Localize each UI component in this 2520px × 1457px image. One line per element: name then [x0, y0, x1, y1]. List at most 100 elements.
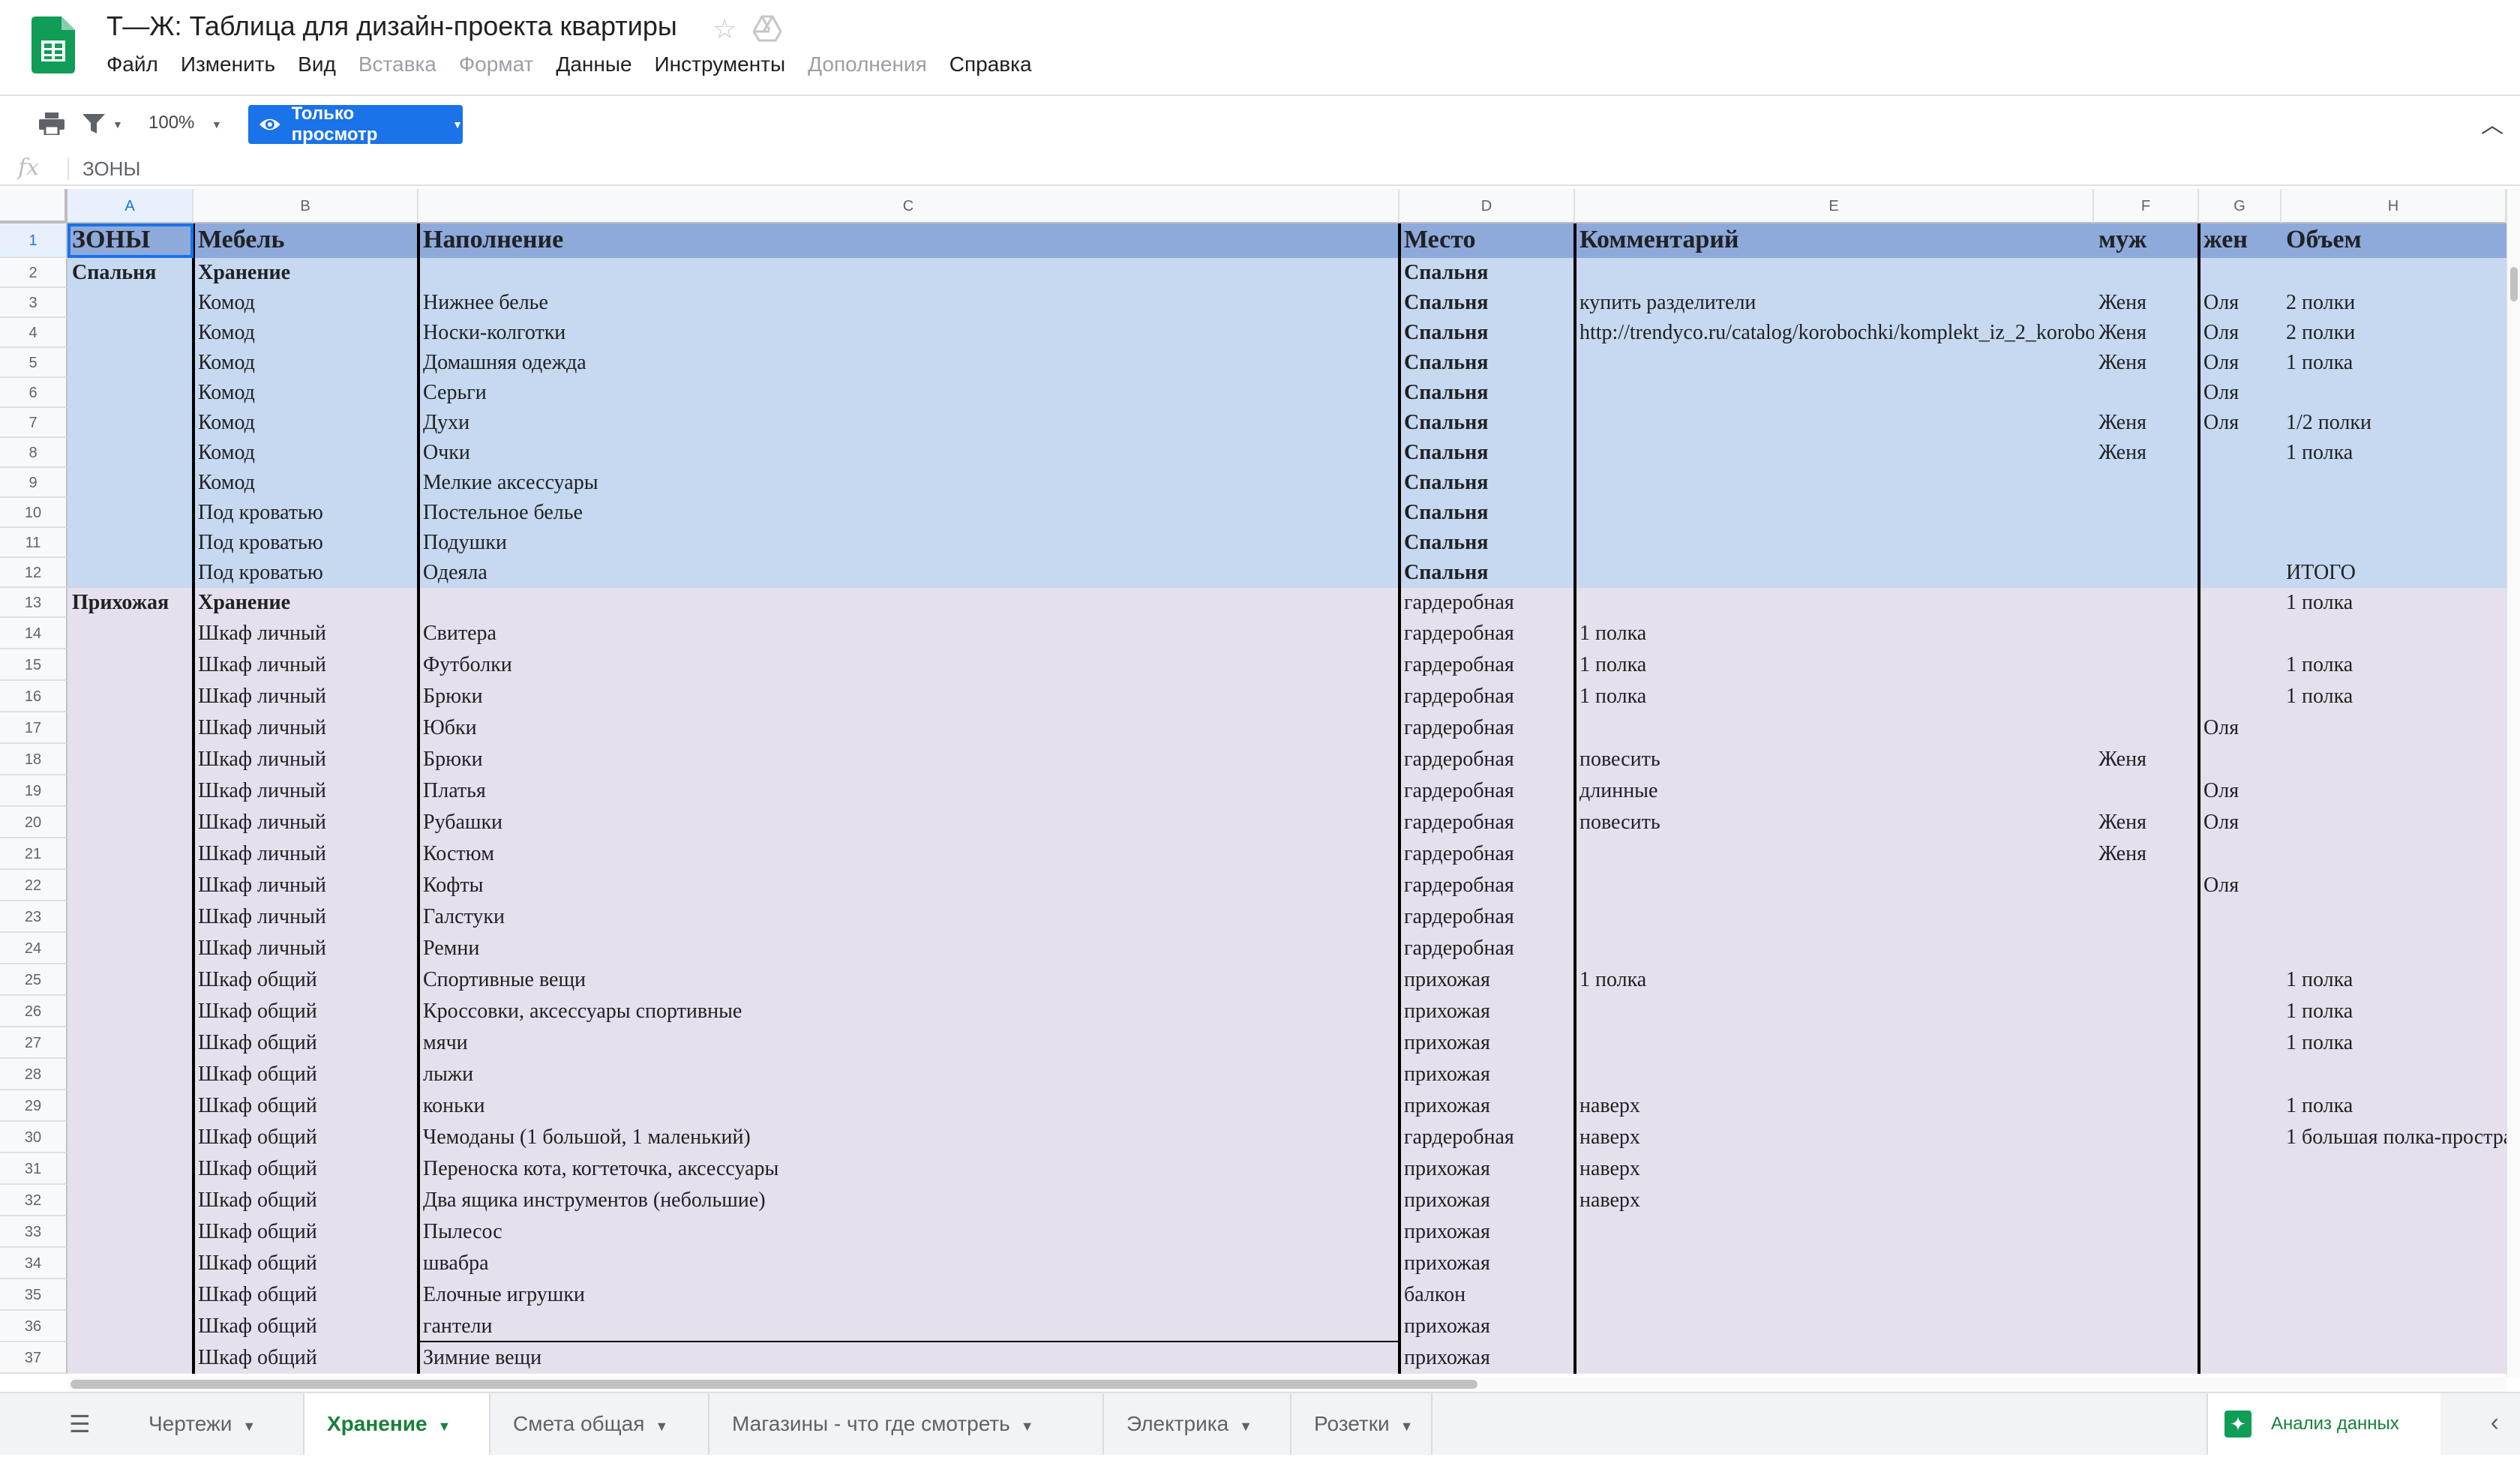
- cell-h4[interactable]: 2 полки: [2282, 318, 2506, 348]
- cell-e6[interactable]: [1575, 378, 2094, 408]
- cell-f23[interactable]: [2094, 901, 2199, 933]
- cell-f35[interactable]: [2094, 1279, 2199, 1311]
- cell-h36[interactable]: [2282, 1311, 2506, 1342]
- row-header[interactable]: 6: [0, 378, 68, 408]
- cell-f7[interactable]: Женя: [2094, 408, 2199, 438]
- cell-d28[interactable]: прихожая: [1400, 1059, 1575, 1090]
- cell-e11[interactable]: [1575, 528, 2094, 558]
- cell-h23[interactable]: [2282, 901, 2506, 933]
- cell-f16[interactable]: [2094, 681, 2199, 712]
- sheet-tab-dropdown-icon[interactable]: ▼: [655, 1419, 668, 1434]
- cell-c5[interactable]: Домашняя одежда: [418, 348, 1400, 378]
- cell-h31[interactable]: [2282, 1153, 2506, 1185]
- cell-b34[interactable]: Шкаф общий: [194, 1248, 418, 1279]
- cell-e20[interactable]: повесить: [1575, 807, 2094, 838]
- cell-c13[interactable]: [418, 588, 1400, 618]
- cell-f31[interactable]: [2094, 1153, 2199, 1185]
- cell-f8[interactable]: Женя: [2094, 438, 2199, 468]
- cell-f28[interactable]: [2094, 1059, 2199, 1090]
- cell-b27[interactable]: Шкаф общий: [194, 1027, 418, 1059]
- column-header-f[interactable]: F: [2094, 189, 2199, 223]
- sheet-tab-dropdown-icon[interactable]: ▼: [1021, 1419, 1034, 1434]
- cell-f1[interactable]: муж: [2094, 223, 2199, 258]
- cell-f19[interactable]: [2094, 775, 2199, 807]
- zoom-dropdown-icon[interactable]: ▼: [212, 118, 222, 130]
- cell-a30[interactable]: [68, 1122, 194, 1153]
- row-header[interactable]: 37: [0, 1342, 68, 1374]
- cell-f36[interactable]: [2094, 1311, 2199, 1342]
- cell-g28[interactable]: [2199, 1059, 2282, 1090]
- cell-d34[interactable]: прихожая: [1400, 1248, 1575, 1279]
- cell-f12[interactable]: [2094, 558, 2199, 588]
- cell-a6[interactable]: [68, 378, 194, 408]
- cell-c10[interactable]: Постельное белье: [418, 498, 1400, 528]
- cell-a31[interactable]: [68, 1153, 194, 1185]
- formula-input[interactable]: ЗОНЫ: [82, 157, 140, 181]
- cell-g26[interactable]: [2199, 996, 2282, 1027]
- sheet-tab-1[interactable]: Хранение ▼: [304, 1393, 490, 1455]
- cell-e12[interactable]: [1575, 558, 2094, 588]
- cell-b3[interactable]: Комод: [194, 288, 418, 318]
- cell-d12[interactable]: Спальня: [1400, 558, 1575, 588]
- cell-c29[interactable]: коньки: [418, 1090, 1400, 1122]
- cell-e31[interactable]: наверх: [1575, 1153, 2094, 1185]
- cell-g19[interactable]: Оля: [2199, 775, 2282, 807]
- cell-c35[interactable]: Елочные игрушки: [418, 1279, 1400, 1311]
- cell-g23[interactable]: [2199, 901, 2282, 933]
- cell-h27[interactable]: 1 полка: [2282, 1027, 2506, 1059]
- cell-d6[interactable]: Спальня: [1400, 378, 1575, 408]
- cell-g4[interactable]: Оля: [2199, 318, 2282, 348]
- cell-h34[interactable]: [2282, 1248, 2506, 1279]
- row-header[interactable]: 30: [0, 1122, 68, 1153]
- cell-a21[interactable]: [68, 838, 194, 870]
- cell-d29[interactable]: прихожая: [1400, 1090, 1575, 1122]
- cell-a3[interactable]: [68, 288, 194, 318]
- row-header[interactable]: 36: [0, 1311, 68, 1342]
- cell-b7[interactable]: Комод: [194, 408, 418, 438]
- cell-e7[interactable]: [1575, 408, 2094, 438]
- cell-c12[interactable]: Одеяла: [418, 558, 1400, 588]
- row-header[interactable]: 9: [0, 468, 68, 498]
- cell-b18[interactable]: Шкаф личный: [194, 744, 418, 775]
- cell-d25[interactable]: прихожая: [1400, 964, 1575, 996]
- cell-e17[interactable]: [1575, 712, 2094, 744]
- cell-c36[interactable]: гантели: [418, 1311, 1400, 1342]
- cell-g22[interactable]: Оля: [2199, 870, 2282, 901]
- cell-c2[interactable]: [418, 258, 1400, 288]
- cell-f14[interactable]: [2094, 618, 2199, 649]
- menu-item-6[interactable]: Инструменты: [655, 52, 786, 85]
- sheet-tab-dropdown-icon[interactable]: ▼: [1400, 1419, 1414, 1434]
- cell-a32[interactable]: [68, 1185, 194, 1216]
- cell-h29[interactable]: 1 полка: [2282, 1090, 2506, 1122]
- cell-b22[interactable]: Шкаф личный: [194, 870, 418, 901]
- cell-b6[interactable]: Комод: [194, 378, 418, 408]
- cell-a34[interactable]: [68, 1248, 194, 1279]
- explore-button[interactable]: ✦ Анализ данных: [2206, 1393, 2440, 1455]
- cell-a19[interactable]: [68, 775, 194, 807]
- cell-c32[interactable]: Два ящика инструментов (небольшие): [418, 1185, 1400, 1216]
- cell-a29[interactable]: [68, 1090, 194, 1122]
- row-header[interactable]: 29: [0, 1090, 68, 1122]
- cell-f22[interactable]: [2094, 870, 2199, 901]
- column-header-d[interactable]: D: [1400, 189, 1575, 223]
- cell-h17[interactable]: [2282, 712, 2506, 744]
- row-header[interactable]: 7: [0, 408, 68, 438]
- cell-d9[interactable]: Спальня: [1400, 468, 1575, 498]
- row-header[interactable]: 13: [0, 588, 68, 618]
- cell-c7[interactable]: Духи: [418, 408, 1400, 438]
- cell-g20[interactable]: Оля: [2199, 807, 2282, 838]
- cell-g15[interactable]: [2199, 649, 2282, 681]
- cell-h7[interactable]: 1/2 полки: [2282, 408, 2506, 438]
- row-header[interactable]: 18: [0, 744, 68, 775]
- sheet-tab-2[interactable]: Смета общая ▼: [490, 1393, 710, 1455]
- cell-g33[interactable]: [2199, 1216, 2282, 1248]
- cell-a18[interactable]: [68, 744, 194, 775]
- cell-d30[interactable]: гардеробная: [1400, 1122, 1575, 1153]
- menu-item-1[interactable]: Изменить: [181, 52, 275, 85]
- cell-c24[interactable]: Ремни: [418, 933, 1400, 964]
- cell-e18[interactable]: повесить: [1575, 744, 2094, 775]
- cell-g31[interactable]: [2199, 1153, 2282, 1185]
- all-sheets-menu-icon[interactable]: ☰: [69, 1410, 91, 1438]
- vertical-scroll-thumb[interactable]: [2510, 267, 2518, 301]
- cell-a24[interactable]: [68, 933, 194, 964]
